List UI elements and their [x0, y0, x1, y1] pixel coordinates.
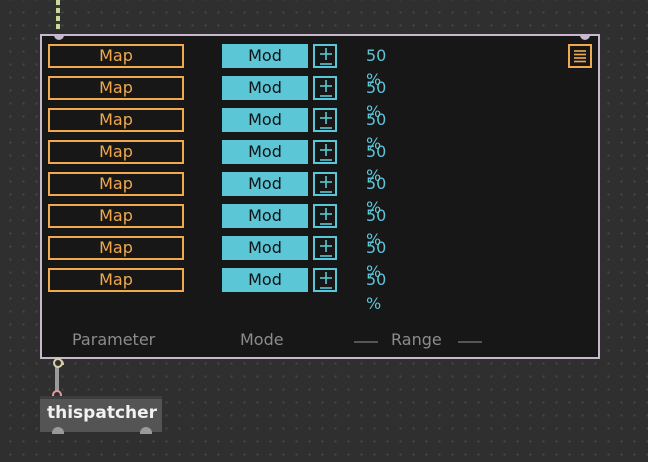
range-dash-right: [458, 341, 482, 343]
mode-button[interactable]: Mod: [222, 108, 308, 132]
thispatcher-outlet-left[interactable]: [52, 427, 64, 434]
thispatcher-label: thispatcher: [47, 403, 158, 423]
plus-minus-icon: [320, 208, 332, 225]
range-value[interactable]: 50 %: [366, 236, 386, 281]
plus-minus-icon: [320, 240, 332, 257]
map-button[interactable]: Map: [48, 268, 184, 292]
inlet-left[interactable]: [54, 34, 64, 40]
plus-minus-icon: [320, 272, 332, 289]
polarity-button[interactable]: [313, 268, 337, 292]
menu-button[interactable]: [568, 44, 592, 68]
mode-button[interactable]: Mod: [222, 76, 308, 100]
polarity-button[interactable]: [313, 172, 337, 196]
range-value[interactable]: 50 %: [366, 76, 386, 121]
range-value[interactable]: 50 %: [366, 172, 386, 217]
patch-cord-top[interactable]: [56, 0, 60, 30]
plus-minus-icon: [320, 144, 332, 161]
cord-connector-top[interactable]: [53, 358, 63, 368]
map-button[interactable]: Map: [48, 108, 184, 132]
map-button[interactable]: Map: [48, 172, 184, 196]
inlet-right[interactable]: [580, 34, 590, 40]
polarity-button[interactable]: [313, 76, 337, 100]
range-value[interactable]: 50 %: [366, 140, 386, 185]
polarity-button[interactable]: [313, 236, 337, 260]
mode-button[interactable]: Mod: [222, 172, 308, 196]
map-button[interactable]: Map: [48, 76, 184, 100]
footer-mode-label: Mode: [240, 330, 284, 349]
mode-button[interactable]: Mod: [222, 140, 308, 164]
range-value[interactable]: 50 %: [366, 204, 386, 249]
menu-lines-icon: [574, 50, 586, 63]
range-dash-left: [354, 341, 378, 343]
map-button[interactable]: Map: [48, 140, 184, 164]
thispatcher-outlet-right[interactable]: [140, 427, 152, 434]
map-button[interactable]: Map: [48, 236, 184, 260]
plus-minus-icon: [320, 80, 332, 97]
polarity-button[interactable]: [313, 108, 337, 132]
range-value[interactable]: 50 %: [366, 108, 386, 153]
plus-minus-icon: [320, 176, 332, 193]
footer-parameter-label: Parameter: [72, 330, 156, 349]
plus-minus-icon: [320, 112, 332, 129]
range-value[interactable]: 50 %: [366, 268, 386, 313]
footer-range-label: Range: [391, 330, 442, 349]
mode-button[interactable]: Mod: [222, 204, 308, 228]
modulation-device: Map Mod 50 % Map Mod 50 % Map Mod 50 % Map Mod 50 %…: [40, 34, 600, 365]
polarity-button[interactable]: [313, 140, 337, 164]
polarity-button[interactable]: [313, 204, 337, 228]
mode-button[interactable]: Mod: [222, 268, 308, 292]
plus-minus-icon: [320, 48, 332, 65]
polarity-button[interactable]: [313, 44, 337, 68]
mode-button[interactable]: Mod: [222, 44, 308, 68]
map-button[interactable]: Map: [48, 204, 184, 228]
range-value[interactable]: 50 %: [366, 44, 386, 89]
map-button[interactable]: Map: [48, 44, 184, 68]
mode-button[interactable]: Mod: [222, 236, 308, 260]
